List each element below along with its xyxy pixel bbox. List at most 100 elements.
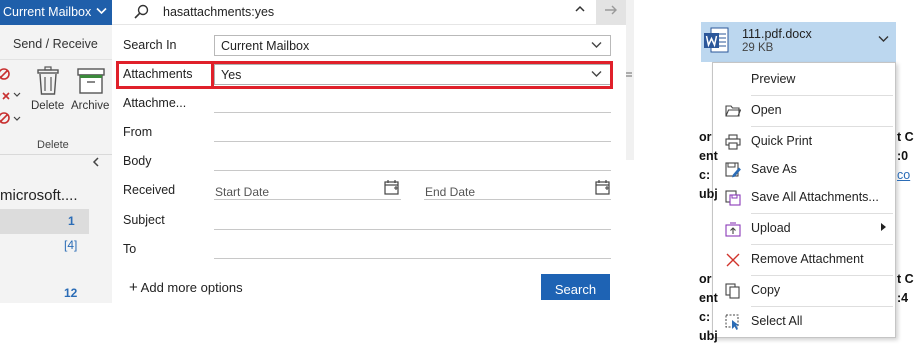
remove-icon (725, 252, 741, 268)
menu-divider (751, 95, 893, 96)
copy-icon (725, 283, 741, 299)
menu-item-open[interactable]: Open (713, 98, 895, 124)
unread-count-2: 12 (64, 286, 78, 300)
archive-label: Archive (71, 100, 110, 112)
menu-item-save-as[interactable]: Save As (713, 157, 895, 183)
from-input[interactable] (214, 141, 611, 142)
subject-label: Subject (123, 213, 165, 227)
tab-send-receive[interactable]: Send / Receive (13, 37, 98, 51)
menu-item-label: Preview (751, 72, 796, 86)
menu-item-copy[interactable]: Copy (713, 278, 895, 304)
printer-icon (725, 134, 741, 150)
subject-input[interactable] (214, 229, 611, 230)
draft-count: [4] (64, 238, 78, 252)
mailbox-scope-label: Current Mailbox (3, 5, 92, 19)
attachment-context-menu: Preview Open Quick Print Save As Save Al… (712, 62, 896, 338)
header-fragment: :0 (897, 149, 909, 163)
search-in-dropdown[interactable]: Current Mailbox (214, 35, 611, 56)
header-fragment: c: (699, 168, 711, 182)
menu-divider (751, 126, 893, 127)
menu-item-label: Open (751, 103, 782, 117)
folder-row-selected[interactable] (0, 209, 89, 234)
header-fragment: ent (699, 149, 718, 163)
header-fragment: or (699, 272, 712, 286)
search-go-button[interactable] (596, 0, 626, 25)
attachment-file-size: 29 KB (742, 42, 774, 54)
chevron-down-icon (96, 5, 107, 19)
header-fragment: ubj (699, 329, 718, 343)
menu-item-label: Upload (751, 221, 791, 235)
menu-item-quick-print[interactable]: Quick Print (713, 129, 895, 155)
to-input[interactable] (214, 258, 611, 259)
menu-divider (751, 244, 893, 245)
header-fragment: :4 (897, 291, 909, 305)
received-label: Received (123, 183, 176, 197)
end-date-field[interactable]: End Date (425, 185, 475, 199)
search-query-text[interactable]: hasattachments:yes (163, 5, 274, 19)
save-as-icon (725, 162, 741, 178)
start-date-underline (214, 199, 401, 200)
body-label: Body (123, 154, 152, 168)
plus-icon: + (129, 279, 138, 296)
from-label: From (123, 125, 153, 139)
arrow-right-icon (604, 3, 618, 19)
menu-item-preview[interactable]: Preview (713, 67, 895, 93)
ribbon-bottom-divider (0, 154, 112, 155)
highlight-divider (211, 63, 214, 87)
collapse-pane-icon[interactable] (92, 157, 100, 170)
search-button[interactable]: Search (541, 274, 610, 300)
highlight-annotation (116, 61, 613, 89)
search-in-value: Current Mailbox (221, 39, 310, 53)
menu-item-remove-attachment[interactable]: Remove Attachment (713, 247, 895, 273)
end-date-underline (424, 199, 611, 200)
menu-item-upload[interactable]: Upload (713, 216, 895, 242)
edge-mark (626, 70, 632, 83)
delete-label: Delete (31, 100, 65, 112)
start-date-field[interactable]: Start Date (215, 185, 269, 199)
menu-item-label: Quick Print (751, 134, 813, 148)
menu-item-label: Copy (751, 283, 781, 297)
header-fragment: or (699, 130, 712, 144)
junk-icons[interactable] (0, 66, 22, 126)
folder-open-icon (725, 103, 742, 119)
menu-item-label: Save As (751, 162, 797, 176)
select-all-icon (725, 314, 741, 330)
header-fragment: t C (897, 272, 914, 286)
add-more-options-label: Add more options (140, 280, 243, 295)
search-in-label: Search In (123, 38, 177, 52)
save-all-icon (725, 190, 741, 206)
attachment-file-name: 111.pdf.docx (742, 27, 812, 41)
unread-count: 1 (68, 214, 75, 228)
header-fragment: ubj (699, 187, 718, 201)
chevron-down-icon[interactable] (878, 33, 889, 47)
archive-icon (77, 68, 105, 97)
header-fragment: ent (699, 291, 718, 305)
ribbon-group-delete-label: Delete (37, 139, 69, 151)
word-icon (704, 26, 729, 54)
archive-button[interactable]: Archive (70, 64, 112, 116)
attachment-contains-input[interactable] (214, 112, 611, 113)
trash-icon (36, 66, 60, 99)
menu-item-label: Select All (751, 314, 803, 328)
menu-item-label: Remove Attachment (751, 252, 864, 266)
menu-divider (751, 213, 893, 214)
chevron-up-icon[interactable] (574, 3, 586, 18)
body-input[interactable] (214, 170, 611, 171)
calendar-icon[interactable] (384, 179, 400, 198)
menu-item-save-all-attachments[interactable]: Save All Attachments... (713, 185, 895, 211)
ribbon-divider (0, 59, 112, 60)
calendar-icon[interactable] (595, 179, 611, 198)
menu-divider (751, 306, 893, 307)
submenu-arrow-icon (881, 223, 886, 233)
to-label: To (123, 242, 137, 256)
menu-divider (751, 275, 893, 276)
account-folder-name[interactable]: microsoft.... (0, 187, 78, 204)
delete-button[interactable]: Delete (30, 64, 66, 116)
email-link-fragment[interactable]: co (897, 168, 910, 182)
menu-item-select-all[interactable]: Select All (713, 309, 895, 335)
attachment-contains-label: Attachme... (123, 96, 187, 110)
mailbox-scope-dropdown[interactable]: Current Mailbox (0, 0, 112, 25)
header-fragment: t C (897, 130, 914, 144)
add-more-options-button[interactable]: + Add more options (129, 279, 243, 296)
search-icon (133, 4, 149, 23)
